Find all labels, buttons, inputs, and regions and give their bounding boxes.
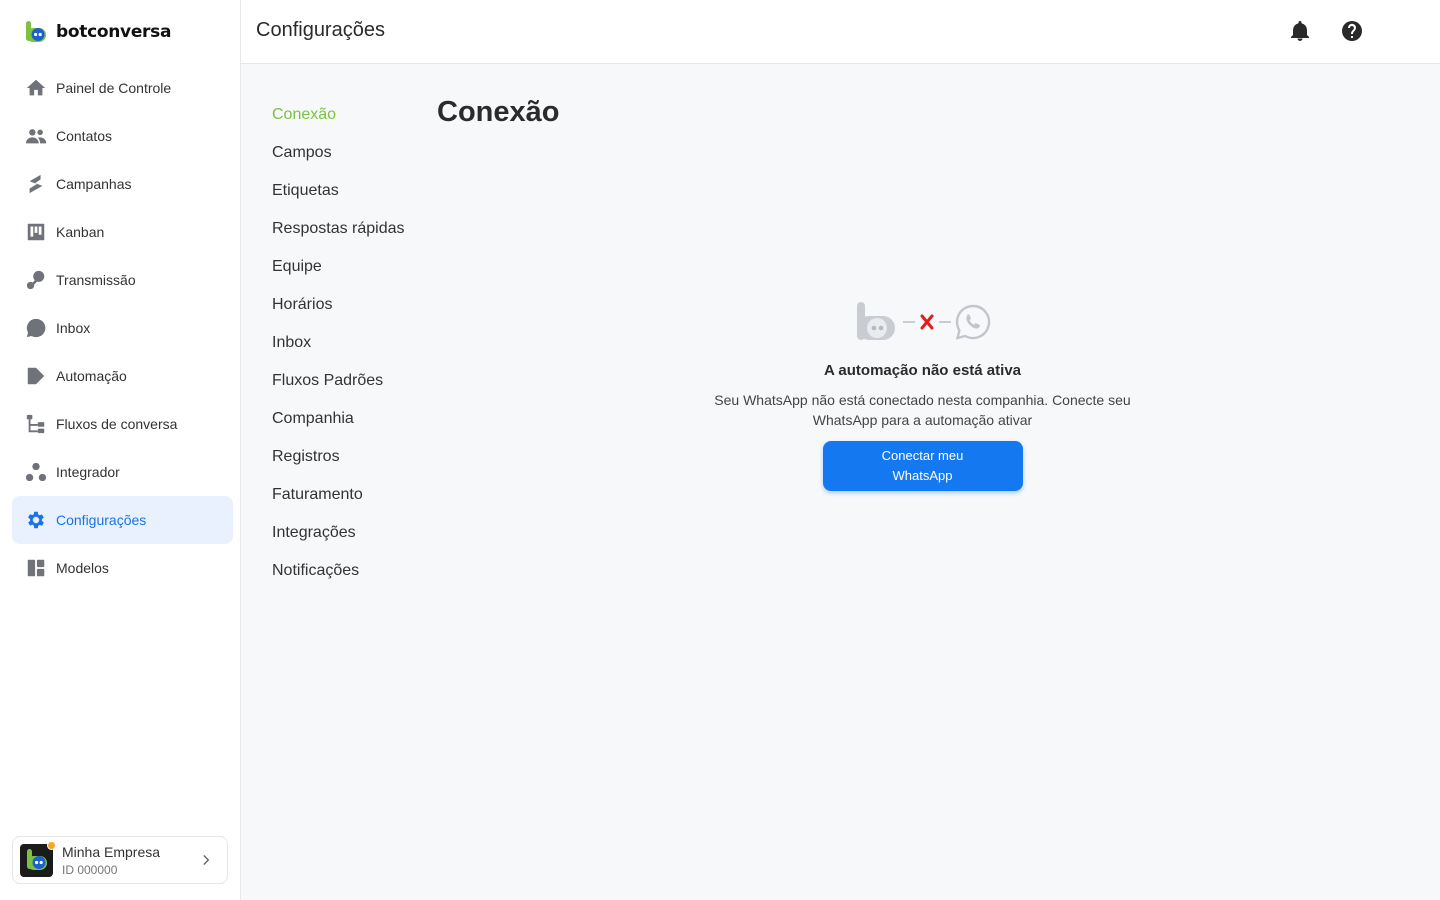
bell-icon xyxy=(1291,21,1309,41)
sidebar-item-modelos[interactable]: Modelos xyxy=(12,544,233,592)
account-info: Minha Empresa ID 000000 xyxy=(62,844,160,877)
sidebar-item-label: Painel de Controle xyxy=(56,80,172,96)
sidebar-item-contatos[interactable]: Contatos xyxy=(12,112,233,160)
sidebar-item-transmissao[interactable]: Transmissão xyxy=(12,256,233,304)
settings-tab-inbox[interactable]: Inbox xyxy=(272,324,405,362)
chat-bubble-icon xyxy=(25,317,47,339)
company-logo-icon xyxy=(26,849,47,870)
settings-tab-registros[interactable]: Registros xyxy=(272,438,405,476)
bot-logo-icon xyxy=(856,302,895,340)
settings-tab-notificacoes[interactable]: Notificações xyxy=(272,552,405,590)
brand-name: botconversa xyxy=(56,22,172,42)
settings-tab-horarios[interactable]: Horários xyxy=(272,286,405,324)
avatar xyxy=(20,840,56,877)
settings-tab-equipe[interactable]: Equipe xyxy=(272,248,405,286)
sidebar-item-painel-de-controle[interactable]: Painel de Controle xyxy=(12,64,233,112)
chevron-right-icon xyxy=(203,855,210,865)
empty-state-description: Seu WhatsApp não está conectado nesta co… xyxy=(714,392,1131,428)
settings-nav: Conexão Campos Etiquetas Respostas rápid… xyxy=(272,96,405,590)
disconnected-icon xyxy=(902,314,951,330)
sidebar-item-automacao[interactable]: Automação xyxy=(12,352,233,400)
sidebar-item-label: Fluxos de conversa xyxy=(56,416,178,432)
help-icon xyxy=(1342,21,1362,41)
sidebar-item-label: Configurações xyxy=(56,512,147,528)
notifications-button[interactable] xyxy=(1287,18,1313,44)
kanban-icon xyxy=(25,221,47,243)
settings-tab-faturamento[interactable]: Faturamento xyxy=(272,476,405,514)
sidebar-item-label: Automação xyxy=(56,368,127,384)
contacts-icon xyxy=(25,125,47,147)
account-id: ID 000000 xyxy=(62,862,118,877)
broadcast-icon xyxy=(25,269,47,291)
sidebar-item-inbox[interactable]: Inbox xyxy=(12,304,233,352)
settings-tab-fluxos-padroes[interactable]: Fluxos Padrões xyxy=(272,362,405,400)
botconversa-logo-icon xyxy=(26,21,46,42)
sidebar-item-campanhas[interactable]: Campanhas xyxy=(12,160,233,208)
sidebar-item-label: Transmissão xyxy=(56,272,136,288)
sidebar-nav: Painel de Controle Contatos Campanhas Ka… xyxy=(12,64,233,592)
sidebar-item-kanban[interactable]: Kanban xyxy=(12,208,233,256)
connection-illustration xyxy=(855,298,991,346)
section-title: Conexão xyxy=(437,96,560,128)
flow-icon xyxy=(25,413,47,435)
settings-tab-respostas-rapidas[interactable]: Respostas rápidas xyxy=(272,210,405,248)
sidebar-item-fluxos-de-conversa[interactable]: Fluxos de conversa xyxy=(12,400,233,448)
status-dot xyxy=(47,840,56,850)
page-title: Configurações xyxy=(256,19,385,41)
empty-state-title: A automação não está ativa xyxy=(823,362,1021,379)
settings-tab-conexao[interactable]: Conexão xyxy=(272,96,405,134)
empty-state: A automação não está ativa Seu WhatsApp … xyxy=(680,298,1165,491)
brand-logo[interactable]: botconversa xyxy=(24,20,171,44)
sidebar-item-label: Contatos xyxy=(56,128,113,144)
account-name: Minha Empresa xyxy=(62,843,161,860)
settings-tab-integracoes[interactable]: Integrações xyxy=(272,514,405,552)
top-header: Configurações xyxy=(241,0,1440,64)
sidebar: botconversa Painel de Controle Contatos … xyxy=(0,0,241,900)
sidebar-item-label: Campanhas xyxy=(56,176,132,192)
sidebar-item-integrador[interactable]: Integrador xyxy=(12,448,233,496)
integrator-icon xyxy=(25,461,47,483)
automation-icon xyxy=(25,365,47,387)
account-switcher[interactable]: Minha Empresa ID 000000 xyxy=(12,836,228,884)
sidebar-item-label: Kanban xyxy=(56,224,105,240)
settings-tab-campos[interactable]: Campos xyxy=(272,134,405,172)
whatsapp-icon xyxy=(955,304,990,340)
sidebar-item-label: Inbox xyxy=(56,320,91,336)
sidebar-item-label: Integrador xyxy=(56,464,120,480)
settings-tab-companhia[interactable]: Companhia xyxy=(272,400,405,438)
settings-tab-etiquetas[interactable]: Etiquetas xyxy=(272,172,405,210)
sidebar-item-configuracoes[interactable]: Configurações xyxy=(12,496,233,544)
home-icon xyxy=(25,77,47,99)
sidebar-item-label: Modelos xyxy=(56,560,109,576)
gear-icon xyxy=(25,509,47,531)
campaigns-icon xyxy=(25,173,47,195)
templates-icon xyxy=(25,557,47,579)
connect-whatsapp-button[interactable]: Conectar meu WhatsApp xyxy=(822,441,1023,491)
help-button[interactable] xyxy=(1339,18,1365,44)
